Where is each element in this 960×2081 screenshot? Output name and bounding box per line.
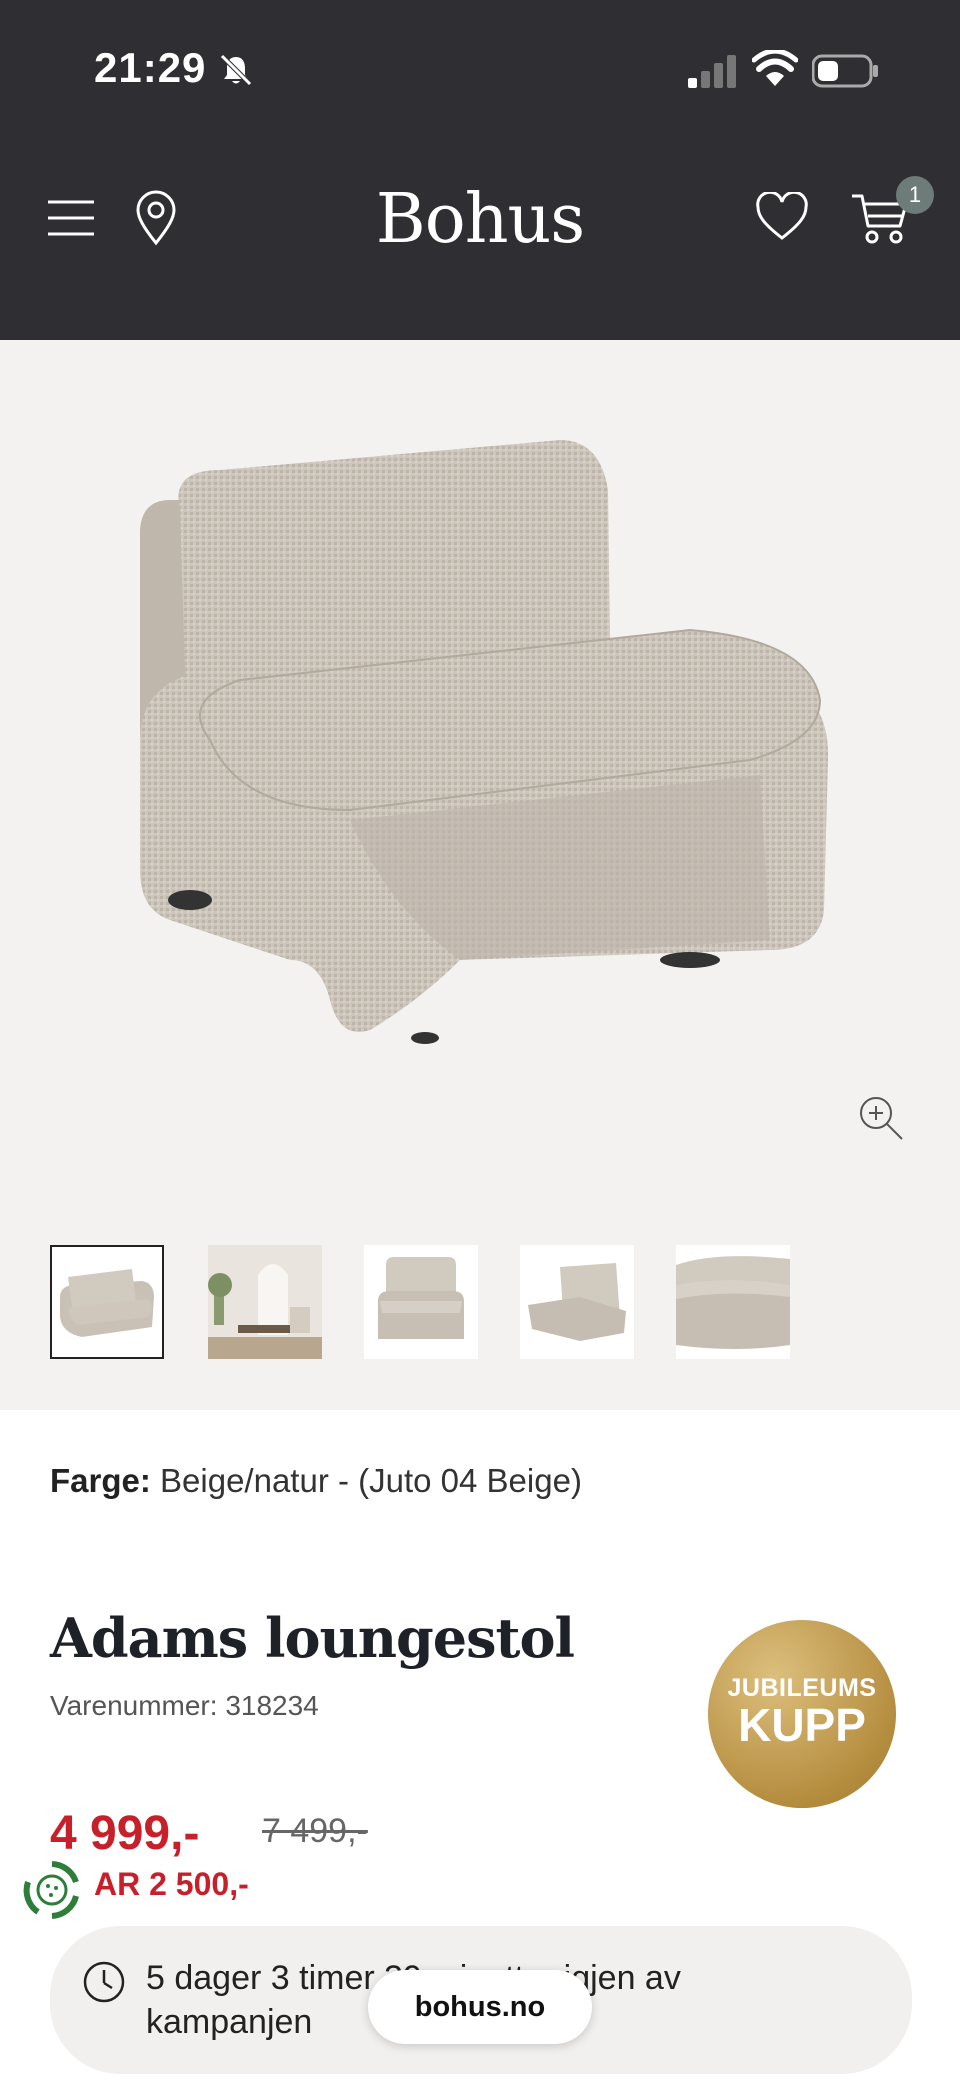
room-thumbnail-image [208, 1245, 322, 1359]
browser-url-pill[interactable]: bohus.no [368, 1970, 592, 2044]
battery-icon [812, 54, 878, 88]
thumbnail-2[interactable] [208, 1245, 322, 1359]
zoom-icon[interactable] [858, 1095, 904, 1141]
thumbnail-1[interactable] [50, 1245, 164, 1359]
clock-icon [83, 1961, 125, 2003]
color-label: Farge: [50, 1462, 151, 1499]
color-value: Beige/natur - (Juto 04 Beige) [160, 1462, 582, 1499]
savings-amount: AR 2 500,- [94, 1866, 249, 1902]
product-sku: Varenummer: 318234 [50, 1690, 319, 1721]
thumbnail-3[interactable] [364, 1245, 478, 1359]
chair-detail-thumbnail-image [676, 1245, 790, 1359]
status-time: 21:29 [94, 44, 207, 91]
wifi-icon [752, 50, 798, 86]
bohus-logo[interactable]: Bohus [0, 180, 960, 259]
chair-back-thumbnail-image [520, 1245, 634, 1359]
product-main-image[interactable] [130, 440, 830, 1060]
current-price: 4 999,- [50, 1807, 200, 1860]
chair-front-thumbnail-image [364, 1245, 478, 1359]
previous-price: 7 499,- [262, 1812, 368, 1850]
recycle-icon[interactable] [18, 1856, 86, 1924]
signal-icon [688, 55, 736, 88]
color-selection: Farge: Beige/natur - (Juto 04 Beige) [50, 1462, 582, 1500]
thumbnail-4[interactable] [520, 1245, 634, 1359]
chair-thumbnail-image [52, 1247, 162, 1357]
thumbnail-5[interactable] [676, 1245, 790, 1359]
heart-icon[interactable] [756, 192, 808, 242]
product-title: Adams loungestol [50, 1606, 575, 1670]
badge-line2: KUPP [738, 1699, 866, 1751]
top-header: 21:29 Bohus 1 [0, 0, 960, 340]
product-gallery [0, 340, 960, 1410]
cart-count-badge[interactable]: 1 [896, 176, 934, 214]
bell-muted-icon [220, 54, 252, 86]
jubileums-kupp-badge: JUBILEUMS KUPP [708, 1620, 896, 1808]
